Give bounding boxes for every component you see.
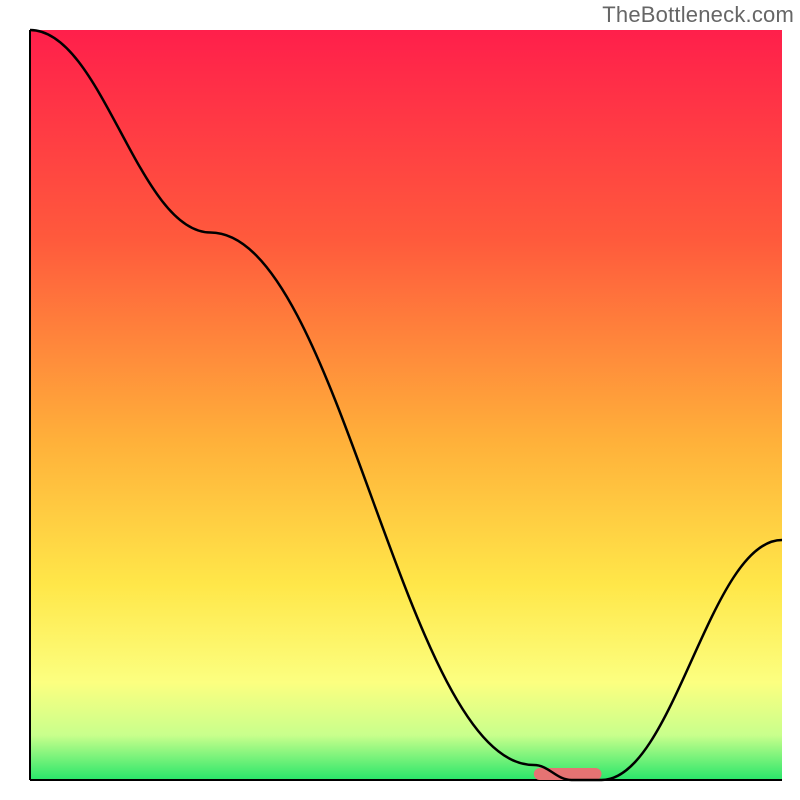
bottleneck-chart xyxy=(0,0,800,800)
optimal-range-marker xyxy=(534,768,602,780)
plot-background xyxy=(30,30,782,780)
watermark-text: TheBottleneck.com xyxy=(602,2,794,28)
